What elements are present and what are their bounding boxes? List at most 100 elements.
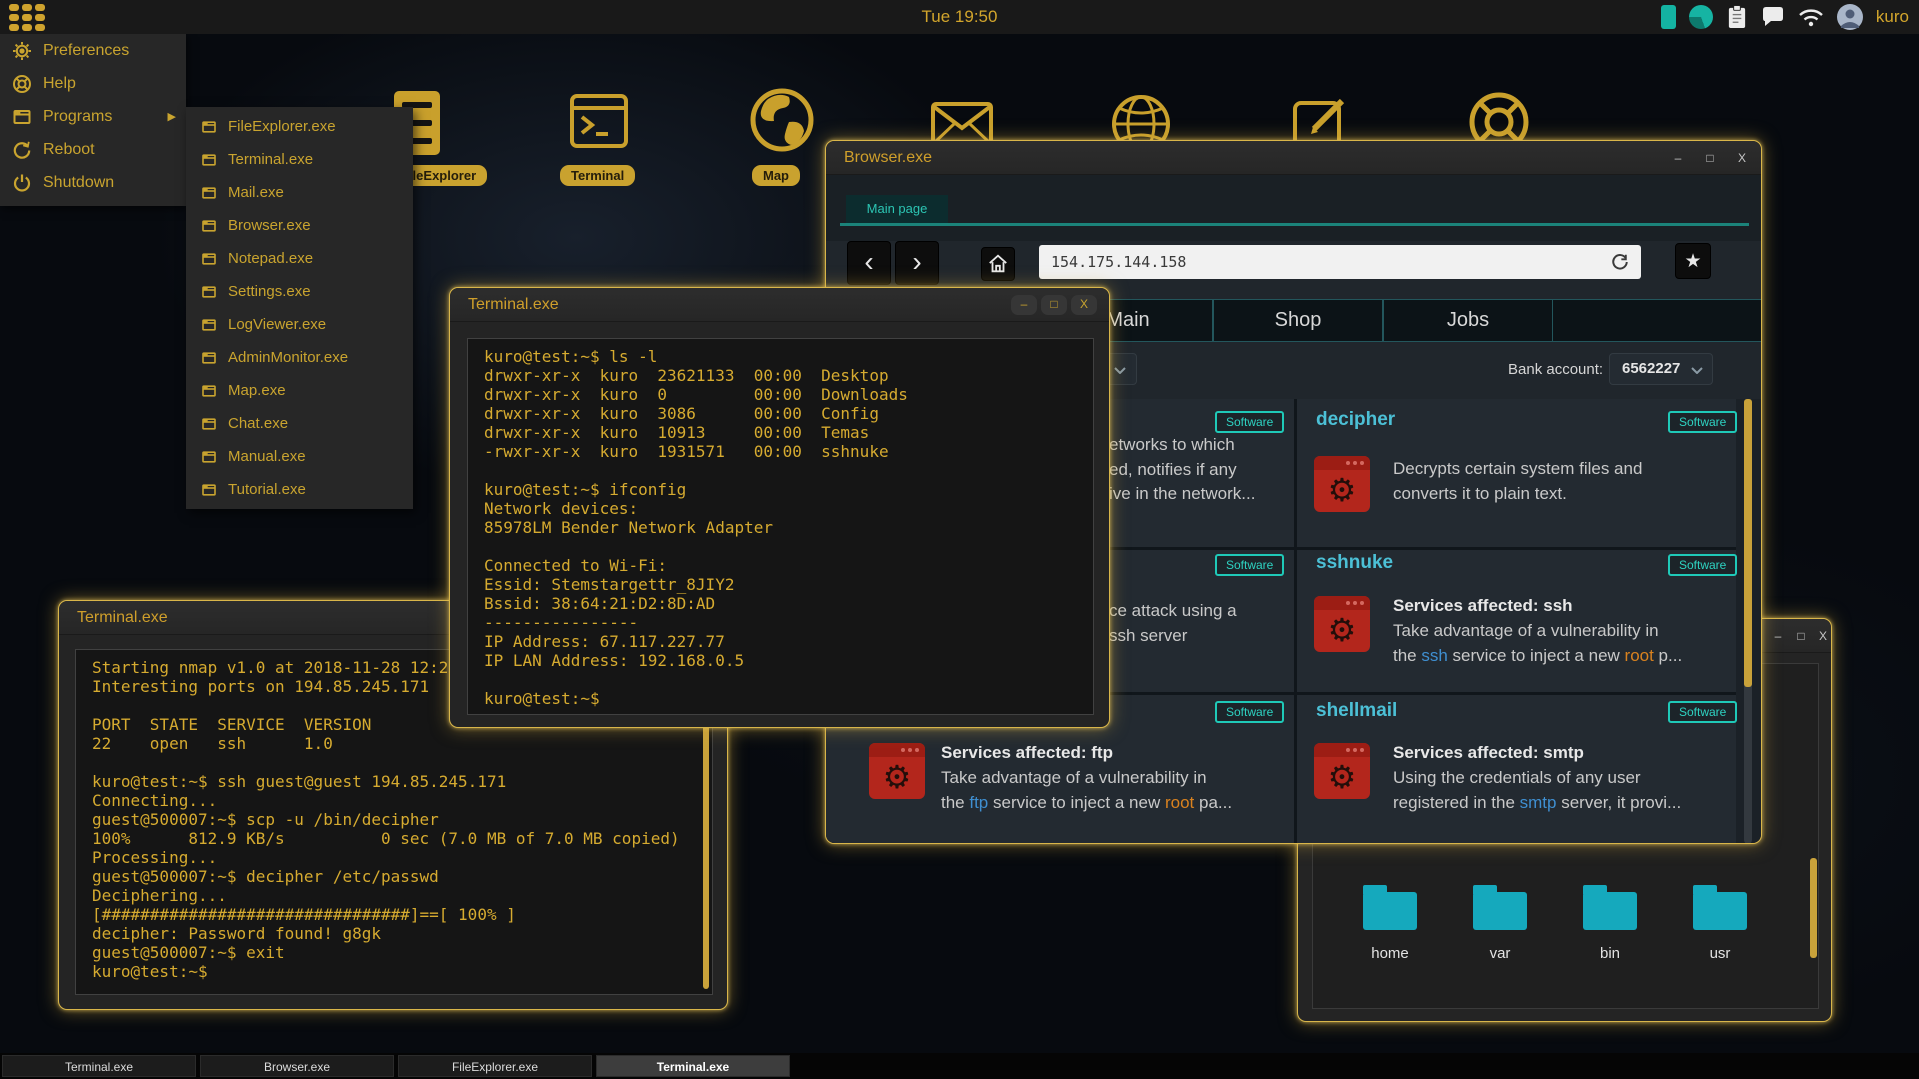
- software-badge: Software: [1668, 411, 1738, 433]
- url-input[interactable]: [1039, 245, 1641, 279]
- desktop-icon-map[interactable]: [748, 86, 816, 154]
- submenu-item-label: LogViewer.exe: [228, 316, 327, 333]
- avatar[interactable]: [1836, 4, 1863, 30]
- desktop-icon-terminal[interactable]: [565, 88, 633, 156]
- submenu-item-adminmonitor[interactable]: AdminMonitor.exe: [186, 341, 413, 374]
- submenu-item-label: Settings.exe: [228, 283, 311, 300]
- window-icon: [202, 120, 216, 133]
- forward-button[interactable]: ›: [895, 241, 939, 285]
- gear-icon: ⚙: [882, 759, 912, 795]
- submenu-item-notepad[interactable]: Notepad.exe: [186, 242, 413, 275]
- menu-item-programs[interactable]: Programs ▶: [0, 100, 186, 133]
- software-card-title[interactable]: sshnuke: [1316, 552, 1393, 574]
- submenu-item-label: Notepad.exe: [228, 250, 314, 267]
- submenu-item-label: Chat.exe: [228, 415, 289, 432]
- folder-icon[interactable]: [1693, 885, 1747, 930]
- software-card-title[interactable]: shellmail: [1316, 700, 1397, 722]
- username[interactable]: kuro: [1876, 7, 1909, 27]
- menu-item-preferences[interactable]: Preferences: [0, 34, 186, 67]
- back-button[interactable]: ‹: [847, 241, 891, 285]
- programs-submenu: FileExplorer.exe Terminal.exe Mail.exe Brow…: [186, 107, 413, 509]
- software-card-title[interactable]: decipher: [1316, 409, 1395, 431]
- clipboard-icon[interactable]: [1726, 4, 1748, 30]
- submenu-item-terminal[interactable]: Terminal.exe: [186, 143, 413, 176]
- terminal-output-panel[interactable]: kuro@test:~$ ls -l drwxr-xr-x kuro 23621…: [467, 338, 1094, 715]
- window-title: Terminal.exe: [468, 296, 559, 313]
- maximize-button[interactable]: □: [1701, 150, 1719, 166]
- submenu-arrow-icon: ▶: [167, 111, 176, 123]
- software-badge: Software: [1215, 554, 1285, 576]
- submenu-item-settings[interactable]: Settings.exe: [186, 275, 413, 308]
- scrollbar[interactable]: [1810, 858, 1817, 958]
- submenu-item-label: Terminal.exe: [228, 151, 314, 168]
- desktop-icon-label: Map: [752, 165, 800, 186]
- url-bar: [1039, 245, 1641, 279]
- chat-icon[interactable]: [1761, 6, 1785, 28]
- lifering-icon: [13, 74, 31, 93]
- scrollbar-thumb[interactable]: [1744, 399, 1752, 687]
- reboot-icon: [13, 141, 31, 159]
- submenu-item-label: Map.exe: [228, 382, 286, 399]
- resource-pie-icon: [1688, 5, 1713, 29]
- browser-tab-main-page[interactable]: Main page: [846, 195, 948, 223]
- page-tab-shop[interactable]: Shop: [1213, 299, 1383, 342]
- back-icon: ‹: [864, 246, 874, 277]
- folder-icon[interactable]: [1583, 885, 1637, 930]
- taskbar-item[interactable]: Browser.exe: [200, 1055, 394, 1077]
- submenu-item-fileexplorer[interactable]: FileExplorer.exe: [186, 110, 413, 143]
- folder-icon[interactable]: [1473, 885, 1527, 930]
- page-tab-jobs[interactable]: Jobs: [1383, 299, 1553, 342]
- menu-item-shutdown[interactable]: Shutdown: [0, 166, 186, 199]
- minimize-button[interactable]: –: [1669, 150, 1687, 166]
- folder-icon[interactable]: [1363, 885, 1417, 930]
- software-card-description: Decrypts certain system files and conver…: [1393, 459, 1643, 503]
- window-icon: [202, 318, 216, 331]
- minimize-button[interactable]: –: [1769, 628, 1787, 644]
- column-divider: [1294, 399, 1297, 843]
- software-app-icon: ⚙: [1314, 596, 1370, 652]
- submenu-item-label: Browser.exe: [228, 217, 311, 234]
- bookmark-button[interactable]: ★: [1675, 243, 1711, 279]
- chevron-down-icon: [1691, 367, 1703, 374]
- submenu-item-mail[interactable]: Mail.exe: [186, 176, 413, 209]
- clock: Tue 19:50: [921, 7, 998, 26]
- software-card-description: ce attack using a ssh server: [1109, 601, 1237, 645]
- window-icon: [202, 384, 216, 397]
- folder-label: bin: [1599, 945, 1621, 962]
- submenu-item-label: AdminMonitor.exe: [228, 349, 349, 366]
- minimize-button[interactable]: –: [1011, 295, 1037, 315]
- reload-icon[interactable]: [1611, 253, 1629, 271]
- close-button[interactable]: X: [1733, 150, 1751, 166]
- gear-icon: [13, 41, 31, 60]
- submenu-item-chat[interactable]: Chat.exe: [186, 407, 413, 440]
- menu-item-help[interactable]: Help: [0, 67, 186, 100]
- maximize-button[interactable]: □: [1041, 295, 1067, 315]
- software-badge: Software: [1215, 411, 1285, 433]
- submenu-item-label: Tutorial.exe: [228, 481, 306, 498]
- submenu-item-logviewer[interactable]: LogViewer.exe: [186, 308, 413, 341]
- submenu-item-browser[interactable]: Browser.exe: [186, 209, 413, 242]
- forward-icon: ›: [912, 246, 922, 277]
- submenu-item-map[interactable]: Map.exe: [186, 374, 413, 407]
- menu-item-reboot[interactable]: Reboot: [0, 133, 186, 166]
- submenu-item-tutorial[interactable]: Tutorial.exe: [186, 473, 413, 506]
- terminal-window-center: Terminal.exe – □ X kuro@test:~$ ls -l dr…: [449, 287, 1110, 728]
- submenu-item-manual[interactable]: Manual.exe: [186, 440, 413, 473]
- bank-account-dropdown[interactable]: 6562227: [1609, 353, 1713, 385]
- launcher-button[interactable]: [9, 4, 49, 31]
- window-icon: [202, 417, 216, 430]
- menu-item-label: Shutdown: [43, 173, 115, 191]
- window-titlebar[interactable]: Browser.exe: [826, 141, 1761, 175]
- wifi-icon[interactable]: [1798, 7, 1824, 27]
- menu-item-label: Help: [43, 74, 76, 92]
- software-badge: Software: [1668, 554, 1738, 576]
- taskbar-item[interactable]: FileExplorer.exe: [398, 1055, 592, 1077]
- power-icon: [13, 174, 31, 191]
- close-button[interactable]: X: [1071, 295, 1097, 315]
- home-button[interactable]: [981, 247, 1015, 281]
- close-button[interactable]: X: [1814, 628, 1832, 644]
- maximize-button[interactable]: □: [1792, 628, 1810, 644]
- taskbar-item[interactable]: Terminal.exe: [2, 1055, 196, 1077]
- menu-item-label: Programs: [43, 107, 113, 125]
- taskbar-item-active[interactable]: Terminal.exe: [596, 1055, 790, 1077]
